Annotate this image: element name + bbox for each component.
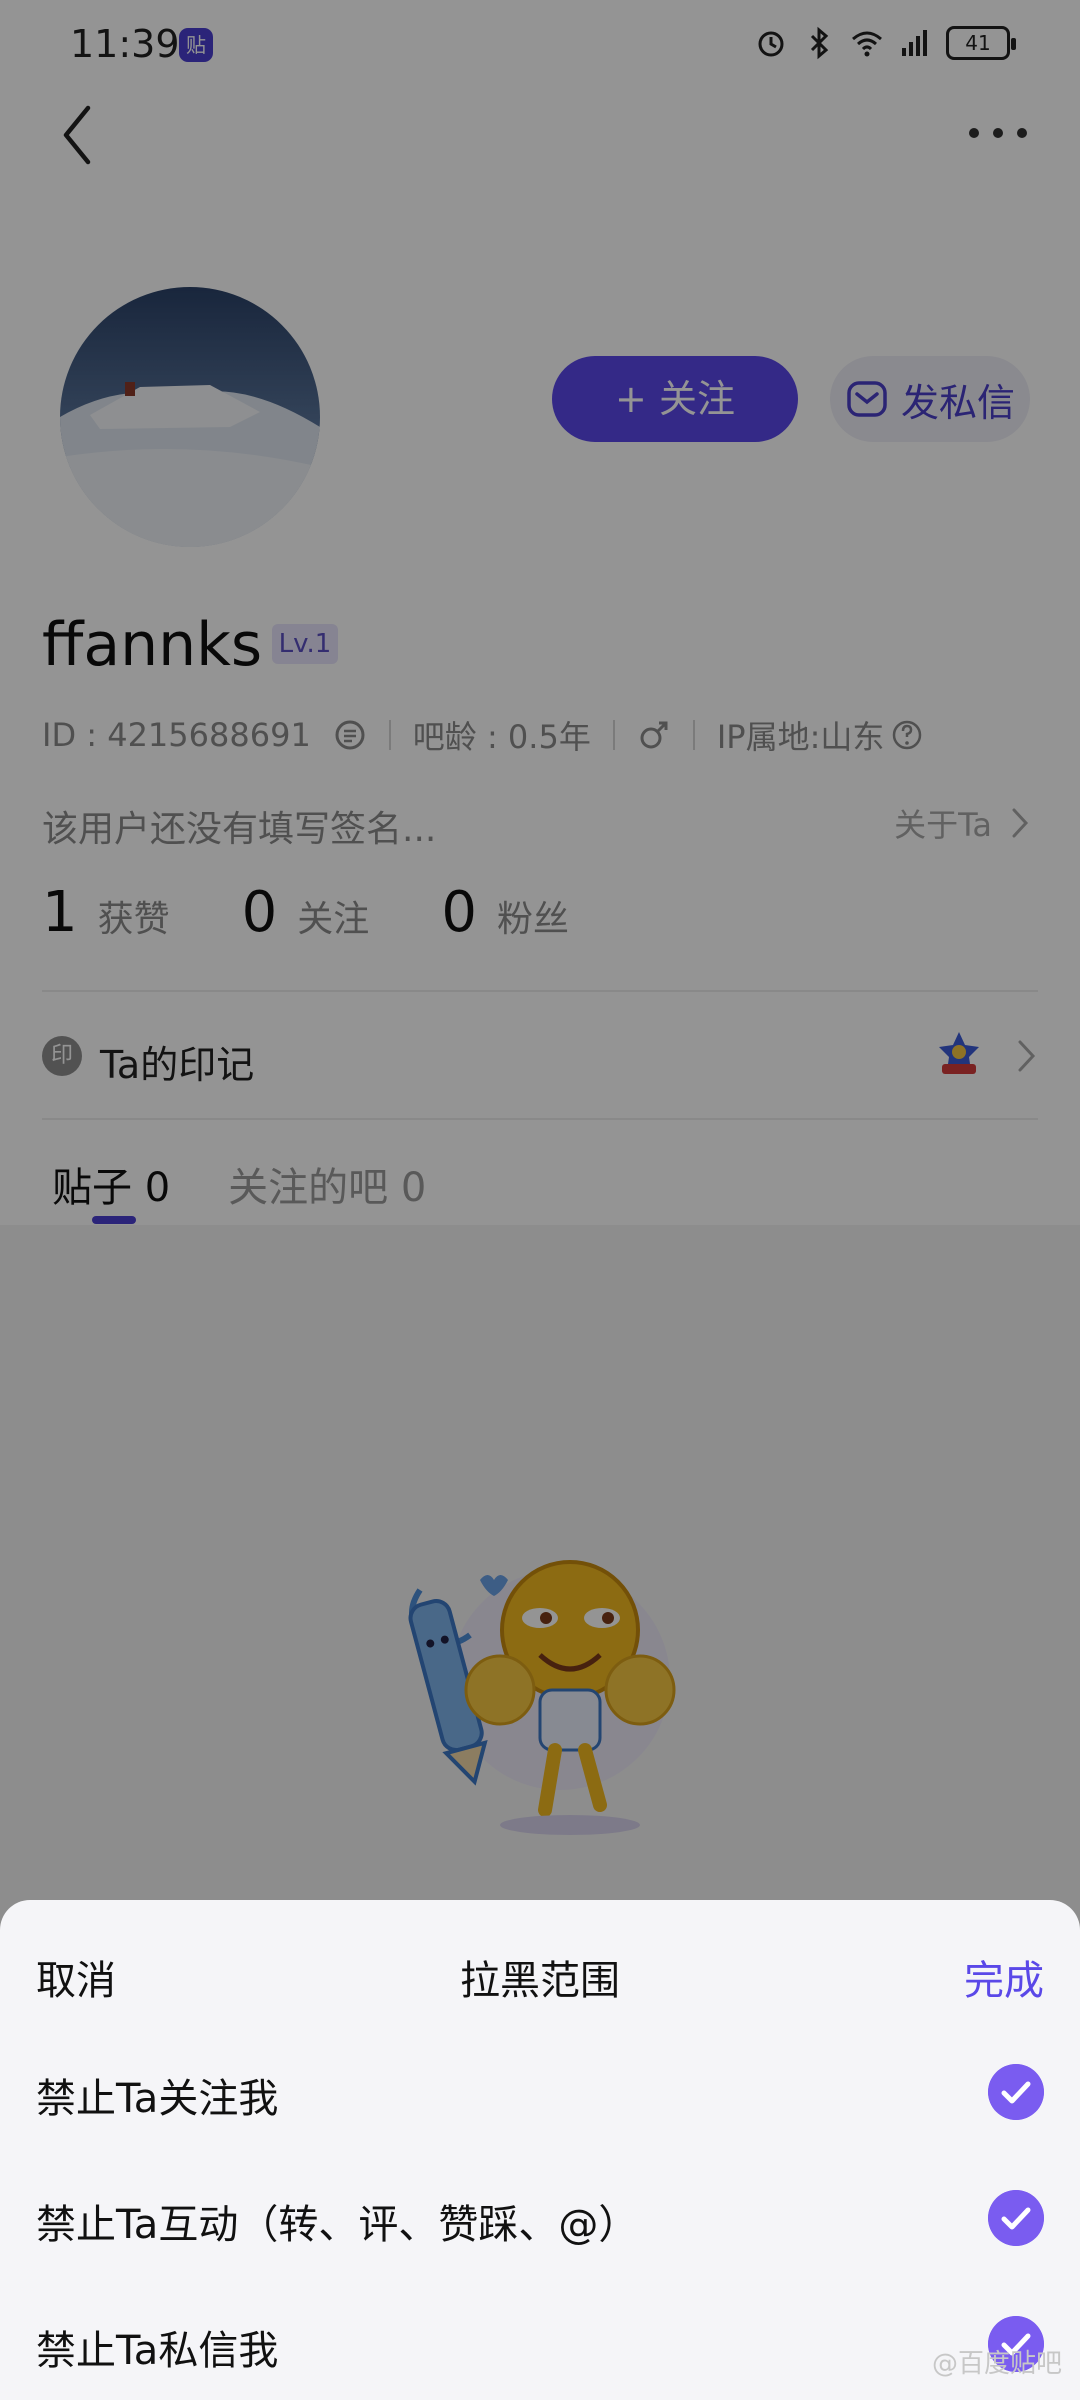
cancel-button[interactable]: 取消 bbox=[36, 1948, 116, 2006]
option-label: 禁止Ta私信我 bbox=[36, 2328, 279, 2374]
option-block-message[interactable]: 禁止Ta私信我 bbox=[36, 2304, 1044, 2384]
sheet-title: 拉黑范围 bbox=[460, 1958, 620, 2004]
watermark: @百度贴吧 bbox=[931, 2349, 1062, 2379]
checkmark-icon[interactable] bbox=[988, 2064, 1044, 2120]
option-label: 禁止Ta互动（转、评、赞踩、@） bbox=[36, 2202, 639, 2248]
option-block-follow[interactable]: 禁止Ta关注我 bbox=[36, 2052, 1044, 2132]
block-scope-sheet: 拉黑范围 取消 完成 禁止Ta关注我 禁止Ta互动（转、评、赞踩、@） 禁止Ta… bbox=[0, 1900, 1080, 2400]
checkmark-icon[interactable] bbox=[988, 2190, 1044, 2246]
done-button[interactable]: 完成 bbox=[964, 1948, 1044, 2006]
option-block-interaction[interactable]: 禁止Ta互动（转、评、赞踩、@） bbox=[36, 2178, 1044, 2258]
option-label: 禁止Ta关注我 bbox=[36, 2076, 279, 2122]
